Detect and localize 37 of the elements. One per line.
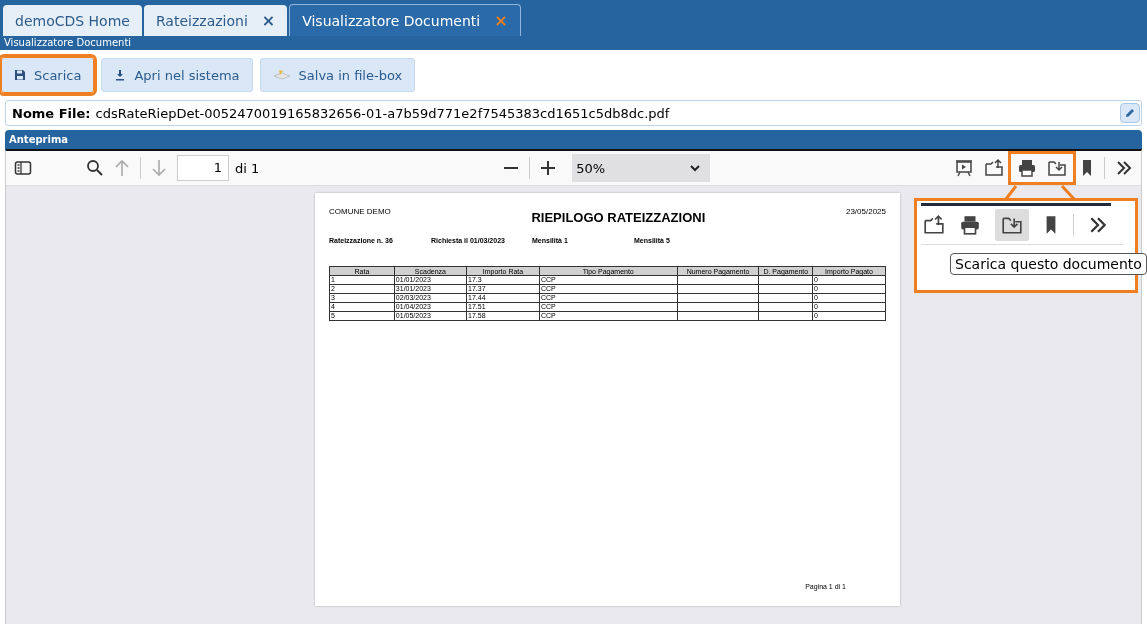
field-label: Nome File: xyxy=(12,105,91,121)
page-count: di 1 xyxy=(235,160,260,176)
tab[interactable]: demoCDS Home xyxy=(3,5,142,36)
double-chevron-icon[interactable] xyxy=(1115,159,1133,177)
tooltip: Scarica questo documento xyxy=(950,253,1147,275)
pencil-icon xyxy=(1124,107,1136,119)
print-icon[interactable] xyxy=(1017,158,1037,178)
presentation-icon[interactable] xyxy=(954,158,974,178)
section-header: Anteprima xyxy=(5,130,1142,149)
folder-upload-icon xyxy=(923,214,945,236)
caret-icon xyxy=(690,164,701,172)
plus-icon[interactable] xyxy=(540,160,557,176)
close-icon[interactable]: × xyxy=(261,11,276,30)
bookmark-icon[interactable] xyxy=(1080,158,1094,178)
toolbar-button[interactable]: Apri nel sistema xyxy=(101,58,253,92)
double-chevron-icon xyxy=(1088,215,1108,235)
folder-download-icon xyxy=(995,209,1029,241)
file-name: cdsRateRiepDet-0052470019165832656-01-a7b59d771e2f7545383cd1651c5db8dc.pdf xyxy=(95,105,671,121)
download-icon xyxy=(114,69,127,81)
edit-button[interactable] xyxy=(1120,103,1140,123)
toolbar-button[interactable]: Salva in file-box xyxy=(259,58,416,92)
page-number-field[interactable]: 1 xyxy=(177,155,229,181)
floppy-icon xyxy=(14,69,26,81)
tab[interactable]: Rateizzazioni × xyxy=(143,5,288,36)
file-box-icon xyxy=(272,68,291,82)
document-text: COMUNE DEMO xyxy=(329,207,391,216)
document-title: RIEPILOGO RATEIZZAZIONI xyxy=(531,210,706,225)
panel-title: Visualizzatore Documenti xyxy=(0,36,1147,50)
toolbar-button[interactable]: Scarica xyxy=(1,57,95,93)
tab[interactable]: Visualizzatore Documenti × xyxy=(289,4,521,36)
sidebar-toggle-icon[interactable] xyxy=(14,160,32,176)
document-date: 23/05/2025 xyxy=(845,207,886,216)
search-icon[interactable] xyxy=(86,159,104,177)
zoom-select[interactable]: 50% xyxy=(572,154,711,182)
folder-upload-icon[interactable] xyxy=(984,158,1004,178)
folder-download-icon[interactable] xyxy=(1047,158,1067,178)
print-icon xyxy=(959,214,981,236)
